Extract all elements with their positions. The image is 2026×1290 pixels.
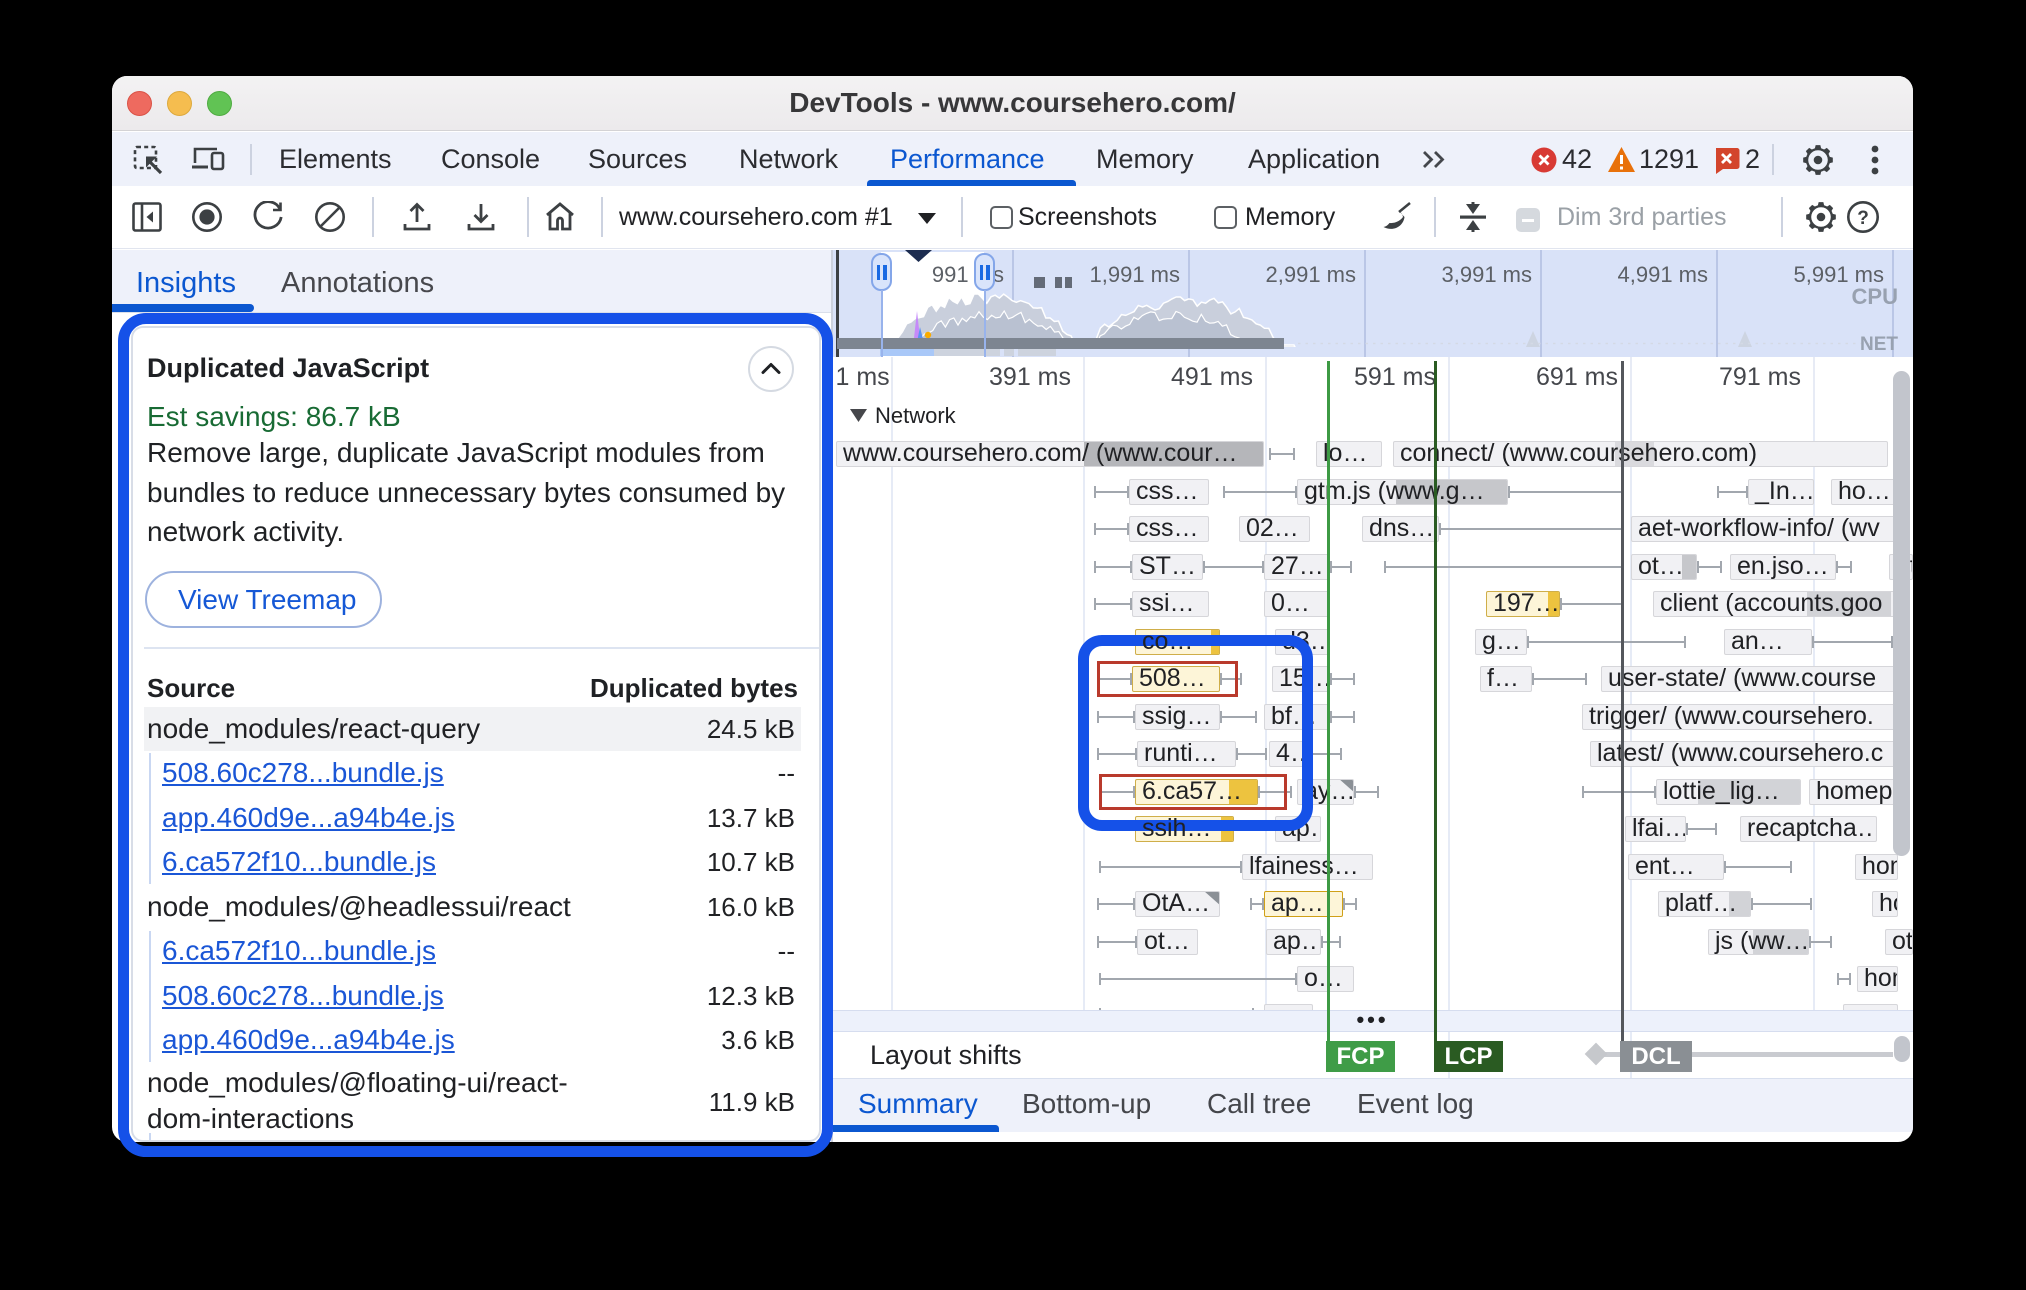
svg-text:?: ? [1857,208,1869,229]
